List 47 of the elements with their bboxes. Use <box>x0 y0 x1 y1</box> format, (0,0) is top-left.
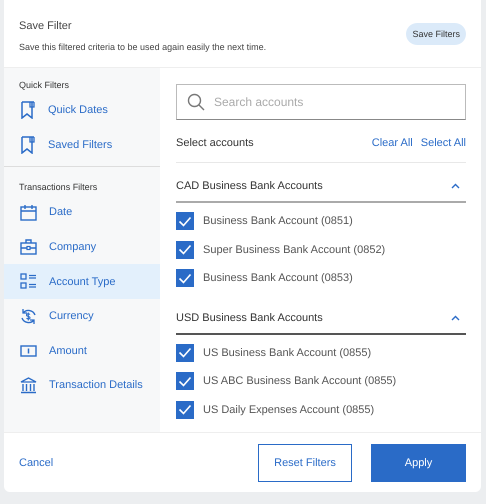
sidebar-item[interactable]: Transaction Details <box>4 368 160 403</box>
sidebar-item[interactable]: Saved Filters <box>4 128 160 162</box>
chevron-up-icon[interactable] <box>451 314 460 320</box>
briefcase-icon <box>20 239 37 256</box>
search-field[interactable]: Search accounts <box>176 84 466 120</box>
account-label: US ABC Business Bank Account (0855) <box>203 375 396 388</box>
account-label: US Business Bank Account (0855) <box>203 346 372 359</box>
account-label: Business Bank Account (0853) <box>203 272 353 284</box>
account-label: Super Business Bank Account (0852) <box>203 244 386 256</box>
sidebar-item[interactable]: Quick Dates <box>4 93 160 128</box>
section-title: CAD Business Bank Accounts <box>176 180 323 192</box>
sidebar-item[interactable]: Date <box>4 195 160 230</box>
list-icon <box>20 273 37 290</box>
apply-button[interactable]: Apply <box>371 444 466 482</box>
dialog-subtitle: Save this filtered criteria to be used again easily the next time. <box>19 42 266 52</box>
save-filters-button[interactable]: Save Filters <box>406 22 466 44</box>
section-header[interactable]: USD Business Bank Accounts <box>176 302 466 334</box>
chevron-up-icon[interactable] <box>451 183 460 189</box>
bank-icon <box>20 376 37 394</box>
select-accounts-label: Select accounts <box>176 137 254 149</box>
account-label: Business Bank Account (0851) <box>203 215 353 228</box>
sidebar-item[interactable]: Currency <box>4 298 160 334</box>
cancel-button[interactable]: Cancel <box>19 456 54 468</box>
sidebar-item[interactable]: Company <box>4 230 160 264</box>
sidebar-heading: Transactions Filters <box>18 182 98 192</box>
sidebar-heading: Quick Filters <box>18 80 70 90</box>
section-header[interactable]: CAD Business Bank Accounts <box>176 171 466 203</box>
checkbox[interactable] <box>176 269 194 288</box>
banknote-icon <box>20 344 37 357</box>
sidebar-item[interactable]: Account Type <box>4 264 160 299</box>
bookmark-icon <box>20 101 36 120</box>
account-label: US Daily Expenses Account (0855) <box>203 404 374 416</box>
checkbox[interactable] <box>176 400 194 419</box>
clear-all-link[interactable]: Clear All <box>372 137 413 149</box>
search-icon <box>187 93 205 111</box>
currency-exchange-icon <box>20 308 37 325</box>
checkbox[interactable] <box>176 240 194 259</box>
checkbox[interactable] <box>176 344 194 362</box>
sidebar-item[interactable]: Amount <box>4 334 160 368</box>
checkbox[interactable] <box>176 372 194 390</box>
section-title: USD Business Bank Accounts <box>176 312 323 324</box>
select-all-link[interactable]: Select All <box>420 137 466 149</box>
checkbox[interactable] <box>176 212 194 230</box>
reset-filters-button[interactable]: Reset Filters <box>258 444 352 482</box>
bookmark-icon <box>20 136 36 154</box>
dialog-title: Save Filter <box>19 20 73 32</box>
calendar-icon <box>20 204 37 221</box>
